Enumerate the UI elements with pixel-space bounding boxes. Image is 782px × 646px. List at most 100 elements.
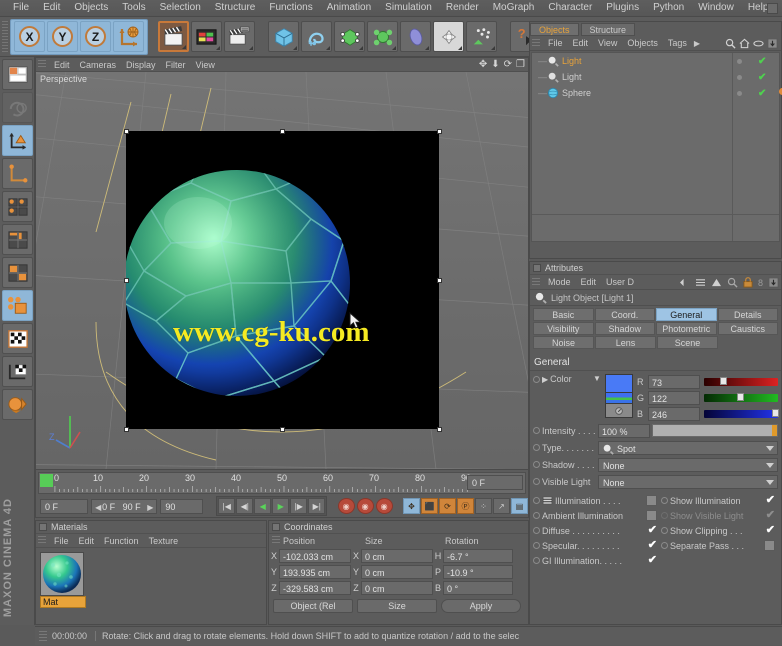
object-visibility-1[interactable]: ✔: [758, 56, 766, 67]
render-region[interactable]: [124, 131, 439, 429]
material-item[interactable]: Mat: [40, 552, 262, 608]
color-g-slider[interactable]: [704, 392, 778, 402]
layout-tool-button[interactable]: [2, 59, 33, 90]
light-button[interactable]: [433, 21, 464, 52]
color-g-field[interactable]: 122: [648, 390, 700, 405]
coord-size-x-field[interactable]: 0 cm: [361, 548, 433, 563]
attributes-panel-icon[interactable]: [533, 264, 541, 272]
selection-handle-br[interactable]: [437, 427, 442, 432]
color-mode-caret-icon[interactable]: ▼: [593, 374, 601, 383]
rotate-tool-button[interactable]: [2, 191, 33, 222]
color-b-field[interactable]: 246: [648, 406, 700, 421]
lock-icon[interactable]: [743, 277, 753, 288]
home-icon[interactable]: [739, 38, 750, 49]
materials-grip[interactable]: [38, 536, 46, 545]
selection-handle-mr[interactable]: [437, 278, 442, 283]
pin-icon[interactable]: [767, 38, 778, 49]
coord-pos-x-field[interactable]: -102.033 cm: [279, 548, 351, 563]
attributes-grip[interactable]: [532, 277, 540, 287]
coord-size-mode-button[interactable]: Size: [357, 598, 437, 613]
step-back-button[interactable]: ◀|: [236, 498, 254, 514]
step-forward-button[interactable]: |▶: [290, 498, 308, 514]
pin-icon[interactable]: [768, 277, 779, 288]
materials-menu-file[interactable]: File: [49, 536, 74, 546]
objects-grip[interactable]: [532, 38, 540, 48]
spline-button[interactable]: [301, 21, 332, 52]
menu-item-selection[interactable]: Selection: [153, 0, 208, 16]
objects-menu-more-arrow[interactable]: ▶: [692, 39, 702, 48]
axis-lock-x-button[interactable]: X: [14, 21, 45, 52]
materials-menu-texture[interactable]: Texture: [144, 536, 184, 546]
specular-checkbox[interactable]: ✔: [648, 540, 657, 551]
viewport-canvas[interactable]: Perspective www.cg-ku.com Z: [36, 72, 528, 469]
texture-mode-button[interactable]: [2, 323, 33, 354]
visible-light-combo[interactable]: None: [598, 474, 778, 489]
materials-list[interactable]: Mat: [36, 548, 266, 612]
tab-visibility[interactable]: Visibility: [533, 322, 594, 335]
gi-illumination-checkbox[interactable]: ✔: [648, 555, 657, 566]
axis-lock-y-button[interactable]: Y: [47, 21, 78, 52]
gi-illumination-animate-dot[interactable]: [533, 557, 540, 564]
scene-object-button[interactable]: [400, 21, 431, 52]
coord-apply-button[interactable]: Apply: [441, 598, 521, 613]
menu-item-structure[interactable]: Structure: [208, 0, 263, 16]
illumination-animate-dot[interactable]: [533, 497, 540, 504]
polygons-mode-button[interactable]: [2, 257, 33, 288]
objects-menu-tags[interactable]: Tags: [663, 38, 692, 48]
viewport-menu-edit[interactable]: Edit: [49, 58, 75, 72]
status-grip[interactable]: [39, 631, 47, 641]
toolbar-grip[interactable]: [2, 20, 8, 53]
coord-size-y-field[interactable]: 0 cm: [361, 564, 433, 579]
ambient-illumination-checkbox[interactable]: [646, 510, 657, 521]
ellipse-icon[interactable]: [753, 38, 764, 49]
attributes-menu-mode[interactable]: Mode: [543, 277, 576, 287]
object-name-light-1[interactable]: Light: [562, 56, 582, 66]
menu-item-animation[interactable]: Animation: [320, 0, 378, 16]
material-tag-icon[interactable]: [778, 87, 782, 99]
list-icon[interactable]: [695, 278, 706, 287]
pla-key-button[interactable]: ⁘: [475, 498, 492, 514]
coord-pos-y-field[interactable]: 193.935 cm: [279, 564, 351, 579]
tab-shadow[interactable]: Shadow: [594, 322, 655, 335]
selection-handle-ml[interactable]: [124, 278, 129, 283]
axis-lock-z-button[interactable]: Z: [80, 21, 111, 52]
separate-pass-checkbox[interactable]: [764, 540, 775, 551]
render-picture-viewer-button[interactable]: [191, 21, 222, 52]
up-arrow-icon[interactable]: [711, 278, 722, 287]
selection-handle-tr[interactable]: [437, 129, 442, 134]
diffuse-checkbox[interactable]: ✔: [648, 525, 657, 536]
position-key-button[interactable]: ✥: [403, 498, 420, 514]
menu-item-window[interactable]: Window: [691, 0, 741, 16]
undo-redo-button[interactable]: [2, 92, 33, 123]
specular-animate-dot[interactable]: [533, 542, 540, 549]
keyframe-selection-button[interactable]: ◉: [375, 498, 393, 514]
show-clipping-checkbox[interactable]: ✔: [766, 525, 775, 536]
coord-rot-p-field[interactable]: -10.9 °: [443, 564, 513, 579]
color-r-slider-handle[interactable]: [720, 376, 728, 385]
show-visible-light-animate-dot[interactable]: [661, 512, 668, 519]
attributes-menu-edit[interactable]: Edit: [576, 277, 602, 287]
generator-nurbs-button[interactable]: [334, 21, 365, 52]
table-row[interactable]: — Light ✔: [532, 69, 779, 85]
table-row[interactable]: — Light ✔: [532, 53, 779, 69]
viewport-menu-view[interactable]: View: [191, 58, 220, 72]
object-visibility-3[interactable]: ✔: [758, 88, 766, 99]
scale-tool-button[interactable]: [2, 158, 33, 189]
move-tool-button[interactable]: [2, 125, 33, 156]
particles-button[interactable]: [466, 21, 497, 52]
selection-handle-bc[interactable]: [280, 427, 285, 432]
color-picker-button[interactable]: [605, 404, 633, 418]
objects-menu-edit[interactable]: Edit: [568, 38, 594, 48]
primitive-cube-button[interactable]: [268, 21, 299, 52]
shadow-combo[interactable]: None: [598, 457, 778, 472]
maximize-icon[interactable]: ❐: [516, 59, 525, 71]
tab-structure[interactable]: Structure: [580, 23, 636, 36]
record-button[interactable]: ◉: [356, 498, 374, 514]
materials-panel-icon[interactable]: [39, 523, 47, 531]
autokey-button[interactable]: ◉: [337, 498, 355, 514]
color-r-field[interactable]: 73: [648, 374, 700, 389]
rotation-key-button[interactable]: ⟳: [439, 498, 456, 514]
show-illumination-checkbox[interactable]: ✔: [766, 495, 775, 506]
diffuse-animate-dot[interactable]: [533, 527, 540, 534]
edges-mode-button[interactable]: [2, 224, 33, 255]
